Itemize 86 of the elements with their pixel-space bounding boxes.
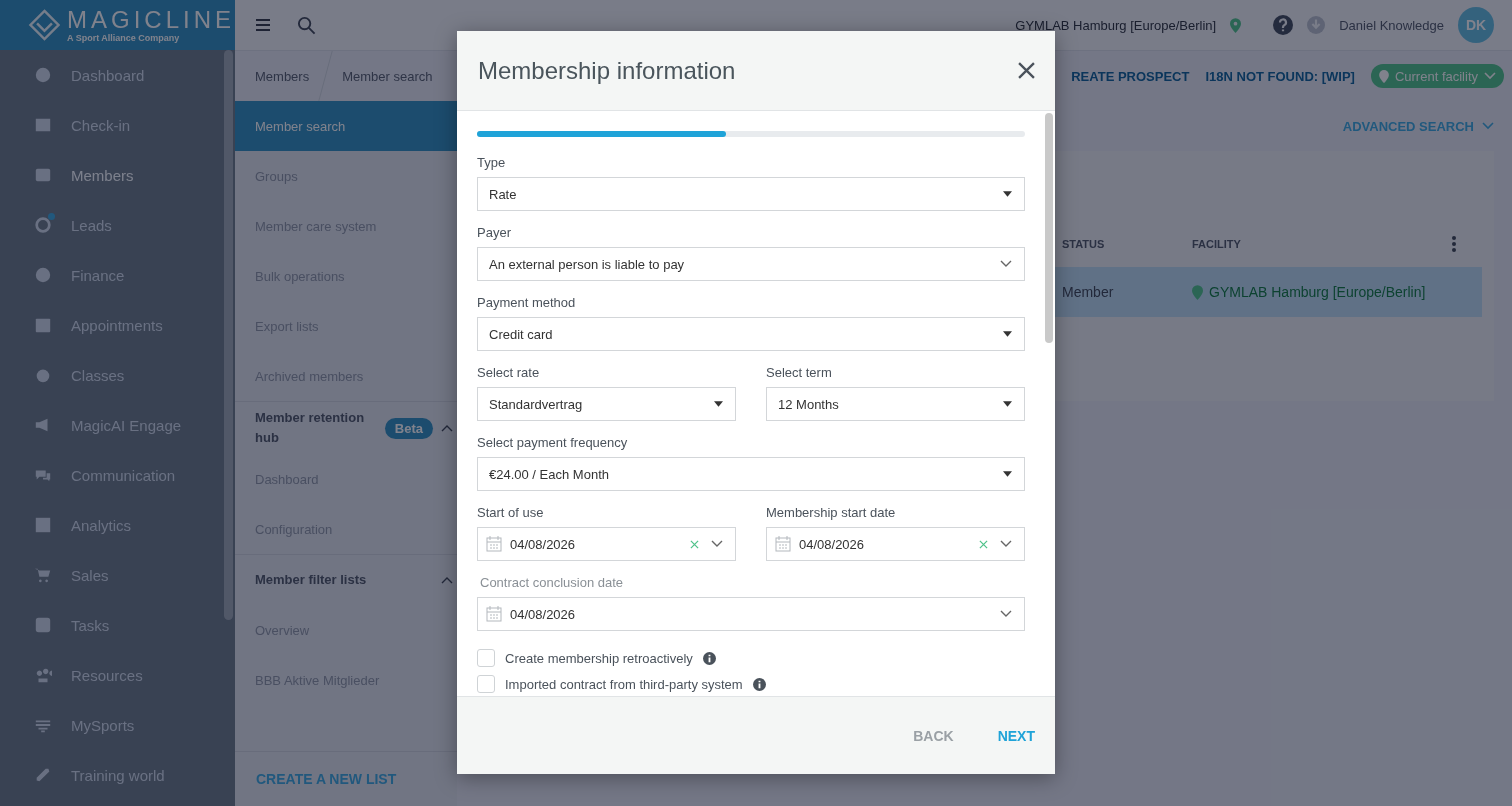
select-field[interactable]: €24.00 / Each Month [477,457,1025,491]
info-icon[interactable] [752,677,766,691]
field-label: Select payment frequency [477,435,629,450]
create-list-link[interactable]: CREATE A NEW LIST [256,771,397,787]
nav-icon [34,616,52,634]
chevron-down-icon [1000,260,1012,268]
nav-icon [34,516,52,534]
chevron-down-icon [1484,72,1496,80]
nav-icon [34,766,52,784]
caret-down-icon [1003,331,1012,337]
advanced-search-link[interactable]: ADVANCED SEARCH [1342,118,1494,134]
section-title: Member retention hub [255,409,366,447]
select-field[interactable]: An external person is liable to pay [477,247,1025,281]
checkbox[interactable] [477,649,495,667]
breadcrumb-link[interactable]: Member search [342,68,433,84]
scrollbar-thumb[interactable] [224,50,233,620]
table-cell-text: Member [1062,284,1115,300]
calendar-icon [775,536,791,552]
section-title: Member filter lists [255,571,368,589]
field-label: Payment method [477,295,577,310]
nav-icon [34,666,52,684]
facility-link[interactable]: GYMLAB Hamburg [Europe/Berlin] [1209,284,1426,300]
field-label: Select term [766,365,833,380]
date-field[interactable]: 04/08/2026 [766,527,1025,561]
clear-icon[interactable] [690,539,699,549]
chevron-down-icon [1000,610,1012,618]
user-avatar[interactable]: DK [1458,7,1494,43]
column-header: FACILITY [1192,238,1242,250]
chevron-down-icon [711,540,723,548]
facility-filter-button[interactable]: Current facility [1370,64,1504,88]
logo-wordmark: MAGICLINE [66,7,235,33]
clear-icon[interactable] [979,539,988,549]
sidebar-item[interactable]: Members [0,150,235,200]
info-icon[interactable] [702,651,716,665]
checkbox-label[interactable]: Imported contract from third-party system [505,676,743,692]
calendar-icon [486,536,502,552]
date-field[interactable]: 04/08/2026 [477,597,1025,631]
nav-icon [34,266,52,284]
location-pin-icon [1230,17,1242,33]
caret-down-icon [1003,191,1012,197]
action-link[interactable]: I18N NOT FOUND: [WIP] [1205,68,1355,84]
column-header: STATUS [1062,238,1106,250]
facility-name[interactable]: GYMLAB Hamburg [Europe/Berlin] [1015,17,1217,33]
search-icon[interactable] [297,15,316,35]
caret-down-icon [1003,471,1012,477]
date-field[interactable]: 04/08/2026 [477,527,736,561]
nav-icon [34,316,52,334]
scrollbar-thumb[interactable] [1045,113,1053,343]
field-label: Type [477,155,507,170]
select-field[interactable]: Standardvertrag [477,387,736,421]
select-field[interactable]: 12 Months [766,387,1025,421]
logo-icon [28,7,61,43]
checkbox-label[interactable]: Create membership retroactively [505,650,693,666]
chevron-down-icon [1482,122,1494,130]
action-link[interactable]: REATE PROSPECT [1071,68,1190,84]
field-label: Payer [477,225,512,240]
field-label: Start of use [477,505,545,520]
select-field[interactable]: Rate [477,177,1025,211]
back-button[interactable]: BACK [903,719,964,752]
user-name[interactable]: Daniel Knowledge [1339,17,1444,33]
select-field[interactable]: Credit card [477,317,1025,351]
kebab-menu-icon[interactable] [1452,236,1456,252]
nav-icon [34,566,52,584]
subnav-item[interactable]: Member search [235,101,457,151]
field-label: Membership start date [766,505,897,520]
chevron-down-icon [1000,540,1012,548]
nav-icon [34,216,52,234]
calendar-icon [486,606,502,622]
beta-badge: Beta [384,417,433,439]
menu-icon[interactable] [255,18,271,32]
nav-icon [34,66,52,84]
logo-tagline: A Sport Alliance Company [66,33,181,43]
checkbox[interactable] [477,675,495,693]
next-button[interactable]: NEXT [987,719,1045,752]
help-icon[interactable] [1273,15,1294,35]
chevron-icon[interactable] [441,576,453,584]
location-pin-icon [1192,284,1203,300]
field-label: Contract conclusion date [479,575,625,590]
chevron-icon[interactable] [441,424,453,432]
breadcrumb-link[interactable]: Members [255,68,310,84]
field-label: Select rate [477,365,541,380]
nav-icon [34,116,52,134]
nav-icon [34,166,52,184]
location-pin-icon [1378,69,1389,83]
close-icon[interactable] [1018,62,1035,79]
dialog-title: Membership information [478,56,737,85]
